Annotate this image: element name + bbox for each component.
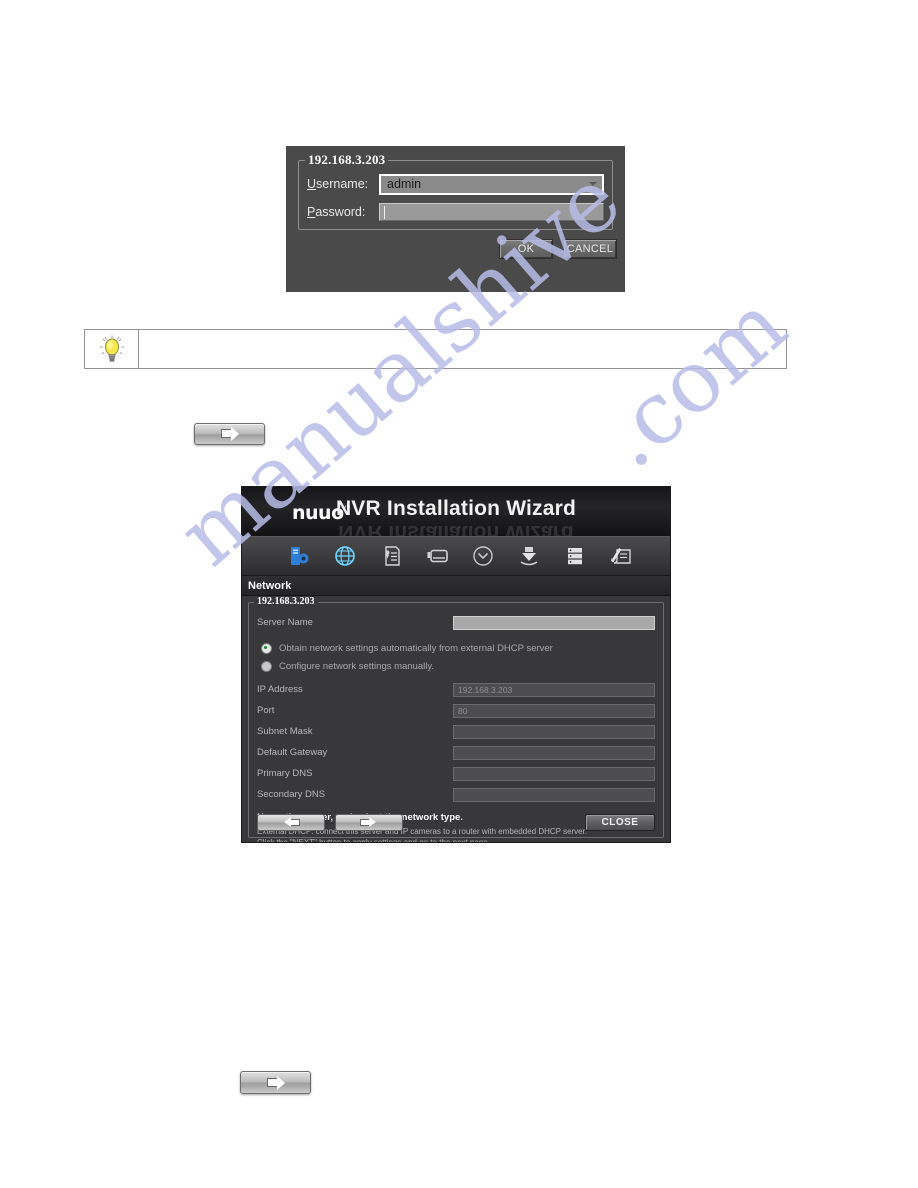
toolbar-step-license[interactable] [374, 541, 408, 571]
hint-line-2: Click the "NEXT" button to apply setting… [257, 838, 490, 843]
label-primary-dns: Primary DNS [257, 768, 313, 779]
wizard-section-bar: Network [242, 576, 670, 596]
password-input[interactable] [379, 203, 604, 221]
back-button[interactable] [257, 814, 325, 831]
toolbar-step-network[interactable] [328, 541, 362, 571]
field-row-primary-dns: Primary DNS [257, 764, 655, 783]
toolbar-step-server[interactable] [282, 541, 316, 571]
wizard-step-toolbar [242, 536, 670, 576]
login-dialog: 192.168.3.203 Username: admin Password: … [286, 146, 625, 292]
storage-array-icon [568, 548, 582, 565]
label-default-gateway: Default Gateway [257, 747, 328, 758]
right-arrow-icon [361, 817, 377, 827]
label-secondary-dns: Secondary DNS [257, 789, 326, 800]
close-button[interactable]: CLOSE [585, 814, 655, 831]
label-manual: Configure network settings manually. [279, 660, 435, 672]
toolbar-step-summary[interactable] [604, 541, 638, 571]
network-globe-icon [335, 546, 355, 566]
login-group-title: 192.168.3.203 [305, 152, 389, 168]
label-port: Port [257, 705, 275, 716]
label-ip-address: IP Address [257, 684, 303, 695]
username-label: Username: [307, 177, 369, 191]
input-server-name[interactable] [453, 615, 655, 630]
chevron-down-icon[interactable] [589, 182, 597, 186]
field-row-ip-address: IP Address 192.168.3.203 [257, 680, 655, 699]
input-secondary-dns[interactable] [453, 787, 655, 802]
note-icon-cell [85, 330, 139, 368]
label-dhcp-auto: Obtain network settings automatically fr… [279, 642, 553, 654]
radio-dhcp-auto[interactable] [261, 642, 272, 654]
watermark-line-2: .com [582, 274, 806, 488]
username-row: Username: admin [307, 173, 604, 195]
input-port[interactable]: 80 [453, 703, 655, 718]
report-setup-icon [611, 548, 631, 564]
label-server-name: Server Name [257, 617, 313, 628]
note-box [84, 329, 787, 369]
toolbar-step-storage[interactable] [558, 541, 592, 571]
radio-row-manual[interactable]: Configure network settings manually. [261, 657, 655, 675]
server-settings-icon [291, 547, 309, 565]
wizard-header: nuuo™ NVR Installation Wizard NVR Instal… [242, 487, 670, 536]
nvr-installation-wizard-window: nuuo™ NVR Installation Wizard NVR Instal… [241, 486, 671, 843]
field-row-port: Port 80 [257, 701, 655, 720]
device-icon [427, 549, 448, 563]
field-row-server-name: Server Name [257, 613, 655, 632]
toolbar-step-update[interactable] [512, 541, 546, 571]
login-credentials-group: 192.168.3.203 Username: admin Password: [298, 152, 613, 230]
wizard-title: NVR Installation Wizard [335, 497, 577, 520]
login-button-row: OK CANCEL [499, 239, 617, 259]
field-row-default-gateway: Default Gateway [257, 743, 655, 762]
document-page: manualshive .com 192.168.3.203 Username:… [0, 0, 918, 1188]
lightbulb-icon [99, 335, 124, 362]
field-row-subnet-mask: Subnet Mask [257, 722, 655, 741]
input-subnet-mask[interactable] [453, 724, 655, 739]
ok-button[interactable]: OK [499, 239, 553, 259]
cancel-button[interactable]: CANCEL [563, 239, 617, 259]
next-step-button-bottom[interactable] [240, 1071, 311, 1094]
toolbar-step-device[interactable] [420, 541, 454, 571]
network-group-title: 192.168.3.203 [254, 596, 318, 607]
network-settings-group: 192.168.3.203 Server Name Obtain network… [248, 596, 664, 842]
username-value: admin [387, 177, 422, 191]
radio-manual[interactable] [261, 660, 272, 672]
label-subnet-mask: Subnet Mask [257, 726, 313, 737]
wizard-footer: CLOSE [257, 814, 655, 831]
password-row: Password: [307, 201, 604, 223]
input-default-gateway[interactable] [453, 745, 655, 760]
wizard-section-label: Network [248, 579, 292, 592]
radio-row-dhcp[interactable]: Obtain network settings automatically fr… [261, 639, 655, 657]
text-caret [384, 206, 385, 219]
input-ip-address[interactable]: 192.168.3.203 [453, 682, 655, 697]
left-arrow-icon [283, 817, 299, 827]
clock-icon [473, 546, 493, 566]
note-text [139, 330, 786, 368]
download-update-icon [520, 547, 538, 566]
username-combobox[interactable]: admin [379, 173, 604, 195]
toolbar-step-datetime[interactable] [466, 541, 500, 571]
password-label: Password: [307, 205, 366, 219]
input-primary-dns[interactable] [453, 766, 655, 781]
next-step-button-top[interactable] [194, 423, 265, 445]
wizard-body: 192.168.3.203 Server Name Obtain network… [242, 596, 670, 842]
license-certificate-icon [385, 546, 400, 566]
next-button[interactable] [335, 814, 403, 831]
field-row-secondary-dns: Secondary DNS [257, 785, 655, 804]
